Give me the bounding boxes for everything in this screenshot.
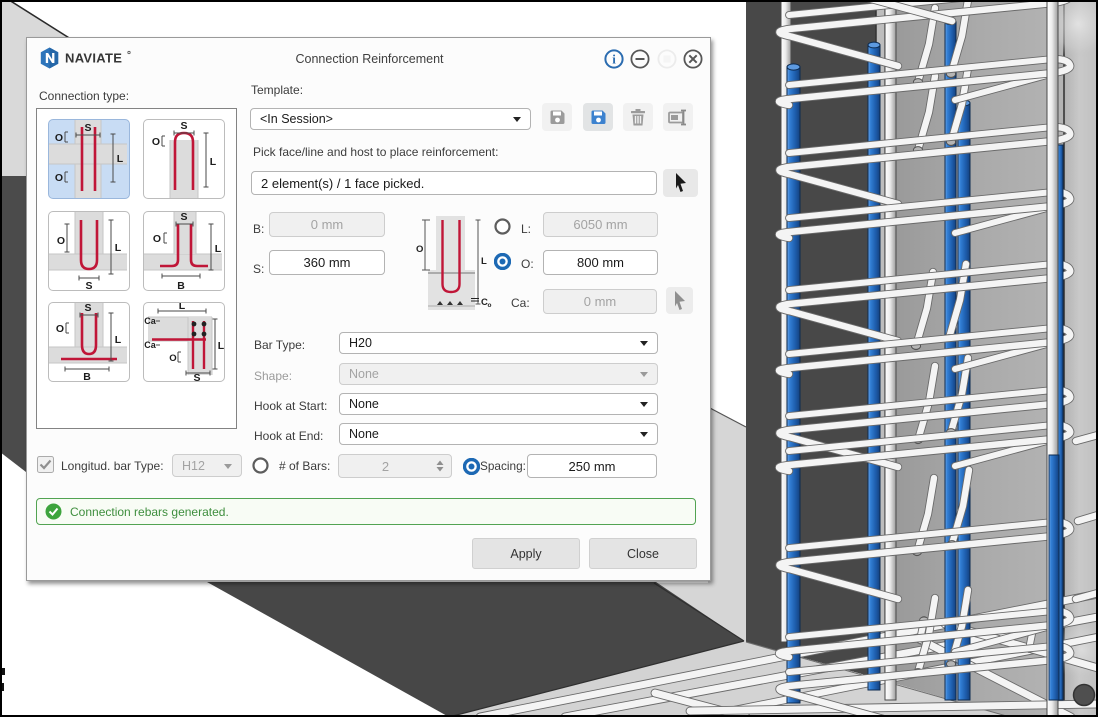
svg-text:S: S: [193, 372, 200, 381]
svg-text:S: S: [84, 303, 91, 314]
svg-text:O: O: [152, 136, 160, 148]
svg-text:O: O: [57, 235, 65, 247]
svg-text:L: L: [115, 334, 122, 346]
svg-text:L: L: [218, 340, 224, 352]
svg-text:S: S: [180, 212, 187, 223]
svg-text:O: O: [56, 323, 64, 335]
svg-text:L: L: [115, 242, 122, 254]
svg-text:O: O: [55, 172, 63, 184]
svg-text:O: O: [153, 233, 161, 245]
svg-text:B: B: [83, 371, 91, 381]
svg-text:O: O: [55, 132, 63, 144]
svg-text:O: O: [169, 353, 176, 364]
svg-text:i: i: [612, 51, 616, 66]
svg-text:L: L: [210, 156, 217, 168]
svg-text:L: L: [215, 243, 222, 255]
svg-text:L: L: [481, 256, 487, 267]
svg-text:S: S: [84, 122, 91, 134]
svg-text:O: O: [416, 244, 423, 255]
svg-text:S: S: [180, 120, 187, 132]
svg-text:L: L: [117, 153, 124, 165]
svg-text:Ca: Ca: [144, 316, 156, 326]
svg-text:L: L: [179, 303, 186, 312]
svg-text:Ca: Ca: [144, 340, 156, 350]
svg-text:o: o: [488, 302, 492, 309]
svg-text:S: S: [85, 280, 92, 290]
svg-text:B: B: [177, 280, 185, 290]
